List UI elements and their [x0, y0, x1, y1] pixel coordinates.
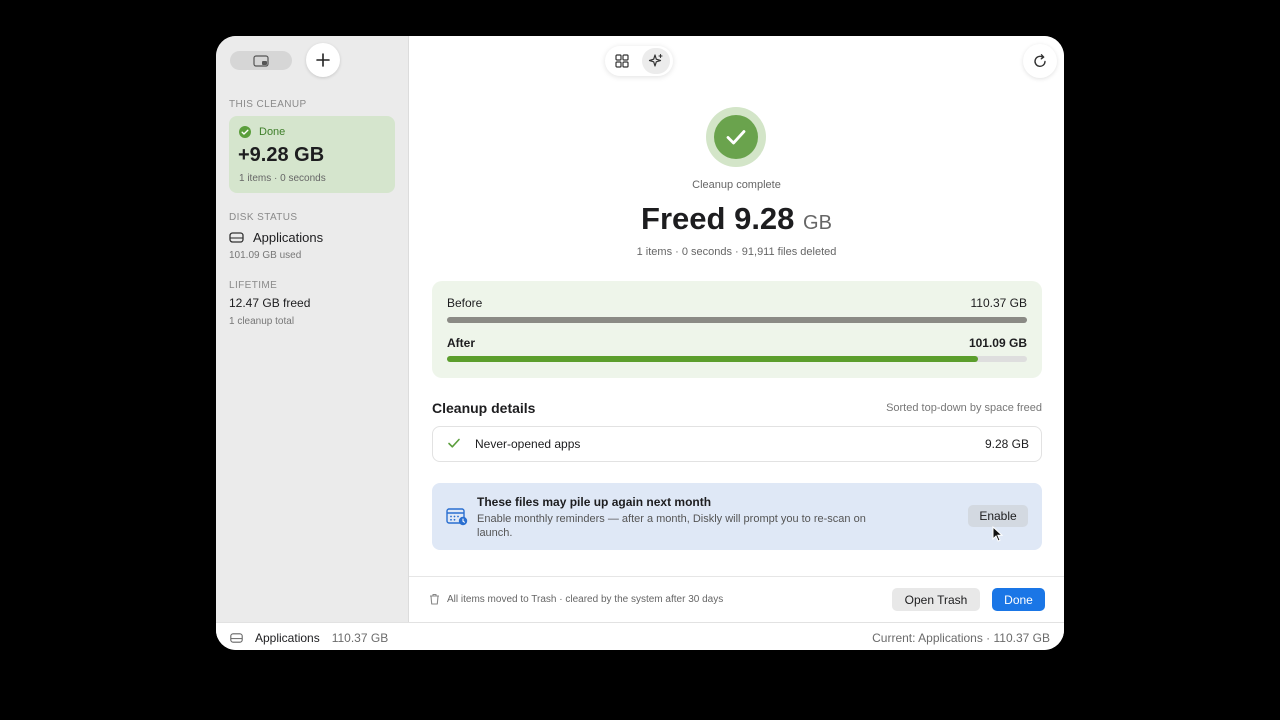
- before-bar: [447, 317, 1027, 323]
- after-value: 101.09 GB: [968, 336, 1027, 350]
- disk-icon: [230, 633, 243, 643]
- sort-note: Sorted top-down by space freed: [886, 402, 1042, 414]
- plus-icon: [316, 53, 330, 67]
- freed-prefix: Freed: [641, 201, 726, 236]
- lifetime-total: 1 cleanup total: [229, 316, 295, 327]
- status-current: Current: Applications · 110.37 GB: [872, 631, 1050, 645]
- disk-used: 101.09 GB used: [229, 250, 302, 261]
- checkmark-icon: [726, 130, 746, 145]
- disk-name: Applications: [253, 230, 324, 245]
- grid-view-button[interactable]: [608, 48, 636, 74]
- status-label: Done: [259, 126, 286, 138]
- checkmark-icon: [448, 438, 460, 448]
- refresh-button[interactable]: [1023, 44, 1057, 78]
- cleanup-complete-label: Cleanup complete: [692, 179, 781, 191]
- lifetime-heading: LIFETIME: [229, 280, 278, 291]
- success-badge: [706, 107, 766, 167]
- before-label: Before: [447, 296, 483, 310]
- freed-unit: GB: [803, 212, 832, 234]
- trash-icon: [430, 593, 439, 605]
- this-cleanup-card[interactable]: Done +9.28 GB 1 items · 0 seconds: [229, 116, 395, 193]
- status-disk-size: 110.37 GB: [331, 631, 389, 645]
- sidebar: THIS CLEANUP Done +9.28 GB 1 items · 0 s…: [216, 36, 409, 622]
- view-switcher: [605, 46, 673, 76]
- checkmark-circle-icon: [239, 126, 251, 138]
- calendar-icon: [446, 508, 468, 526]
- grid-icon: [615, 54, 629, 68]
- sparkle-icon: [648, 53, 663, 67]
- refresh-icon: [1034, 54, 1046, 68]
- lifetime-freed: 12.47 GB freed: [229, 296, 311, 310]
- mouse-cursor-icon: [992, 526, 1004, 542]
- reminder-title: These files may pile up again next month: [477, 495, 712, 509]
- cleanup-details-heading: Cleanup details: [432, 400, 536, 416]
- detail-item-name: Never-opened apps: [475, 437, 581, 451]
- status-disk-name: Applications: [255, 631, 320, 645]
- disk-status-heading: DISK STATUS: [229, 212, 298, 223]
- sidebar-toggle-icon: [253, 54, 269, 67]
- cleanup-summary-line: 1 items · 0 seconds · 91,911 files delet…: [636, 246, 837, 258]
- disk-item[interactable]: Applications: [229, 230, 323, 245]
- after-bar: [447, 356, 1027, 362]
- list-item[interactable]: Never-opened apps 9.28 GB: [432, 426, 1042, 462]
- footer-bar: All items moved to Trash · cleared by th…: [409, 576, 1064, 623]
- trash-note: All items moved to Trash · cleared by th…: [447, 593, 724, 605]
- open-trash-button[interactable]: Open Trash: [892, 588, 980, 611]
- reminder-body: Enable monthly reminders — after a month…: [477, 513, 866, 539]
- cleanup-summary: 1 items · 0 seconds: [239, 173, 326, 184]
- before-value: 110.37 GB: [970, 296, 1027, 310]
- freed-value: 9.28: [734, 201, 795, 236]
- done-button[interactable]: Done: [992, 588, 1045, 611]
- after-bar-fill: [447, 356, 979, 362]
- this-cleanup-heading: THIS CLEANUP: [229, 99, 307, 110]
- main-panel: Cleanup complete Freed 9.28 GB 1 items ·…: [409, 36, 1064, 623]
- disk-icon: [229, 232, 244, 243]
- status-bar: Applications 110.37 GB Current: Applicat…: [216, 622, 1064, 650]
- app-window: THIS CLEANUP Done +9.28 GB 1 items · 0 s…: [216, 36, 1064, 650]
- add-button[interactable]: [306, 43, 340, 77]
- enable-button[interactable]: Enable: [968, 505, 1028, 527]
- reminder-banner: These files may pile up again next month…: [432, 483, 1042, 550]
- sidebar-toggle-button[interactable]: [230, 51, 292, 70]
- before-after-comparison: Before 110.37 GB After 101.09 GB: [432, 281, 1042, 378]
- cleanup-view-button[interactable]: [642, 48, 670, 74]
- freed-headline: Freed 9.28 GB: [409, 201, 1064, 237]
- after-label: After: [447, 336, 476, 350]
- freed-amount: +9.28 GB: [238, 144, 325, 166]
- detail-item-size: 9.28 GB: [984, 437, 1029, 451]
- before-bar-fill: [447, 317, 1027, 323]
